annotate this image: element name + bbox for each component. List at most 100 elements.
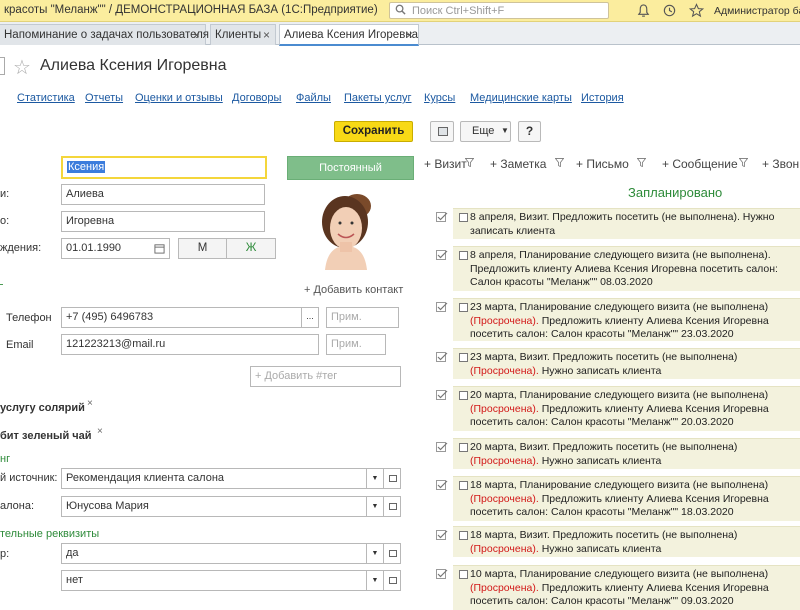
service-item-1: услугу солярий: [0, 402, 85, 414]
remove-service-icon[interactable]: ×: [87, 398, 93, 409]
tab-client-card[interactable]: Алиева Ксения Игоревна ×: [279, 24, 419, 46]
email-field[interactable]: 121223213@mail.ru: [61, 334, 319, 355]
funnel-icon[interactable]: [465, 158, 474, 167]
extra-section-header[interactable]: тельные реквизиты: [0, 528, 99, 540]
check-icon[interactable]: [436, 569, 448, 581]
check-icon[interactable]: [436, 302, 448, 314]
phone-note-field[interactable]: Прим.: [326, 307, 399, 328]
add-visit-button[interactable]: + Визит: [424, 157, 467, 171]
check-icon[interactable]: [436, 442, 448, 454]
event-card[interactable]: 20 марта, Визит. Предложить посетить (не…: [453, 438, 800, 469]
nav-link-ratings[interactable]: Оценки и отзывы: [135, 92, 223, 104]
event-checkbox[interactable]: [459, 303, 468, 312]
gender-male-button[interactable]: М: [178, 238, 227, 259]
event-card[interactable]: 18 марта, Планирование следующего визита…: [453, 476, 800, 521]
remove-service-icon[interactable]: ×: [97, 426, 103, 437]
extra2-open-button[interactable]: [383, 570, 401, 591]
bell-icon[interactable]: [636, 3, 651, 18]
extra2-dropdown-button[interactable]: ▼: [366, 570, 384, 591]
add-letter-button[interactable]: + Письмо: [576, 157, 629, 171]
global-search-input[interactable]: Поиск Ctrl+Shift+F: [389, 2, 609, 19]
last-name-field[interactable]: Алиева: [61, 184, 265, 205]
close-tab-icon[interactable]: ×: [406, 28, 413, 42]
email-note-field[interactable]: Прим.: [326, 334, 386, 355]
salon-field[interactable]: Юнусова Мария: [61, 496, 367, 517]
event-text: 8 апреля, Визит. Предложить посетить (не…: [470, 211, 800, 238]
nav-link-statistics[interactable]: Статистика: [17, 92, 75, 104]
view-toggle-button[interactable]: [430, 121, 454, 142]
nav-link-contracts[interactable]: Договоры: [232, 92, 281, 104]
birth-date-field[interactable]: 01.01.1990: [61, 238, 170, 259]
add-tag-field[interactable]: + Добавить #тег: [250, 366, 401, 387]
nav-back-stub[interactable]: [0, 57, 5, 75]
event-text-part: Нужно записать клиента: [538, 454, 662, 467]
event-checkbox[interactable]: [459, 531, 468, 540]
form-nav-links: Статистика Отчеты Оценки и отзывы Догово…: [0, 92, 800, 106]
salon-dropdown-button[interactable]: ▼: [366, 496, 384, 517]
first-name-field[interactable]: Ксения: [61, 156, 267, 179]
event-card[interactable]: 8 апреля, Визит. Предложить посетить (не…: [453, 208, 800, 239]
funnel-icon[interactable]: [555, 158, 564, 167]
event-card[interactable]: 23 марта, Планирование следующего визита…: [453, 298, 800, 341]
more-button[interactable]: Еще ▼: [460, 121, 511, 142]
save-button[interactable]: Сохранить: [334, 121, 413, 142]
check-icon[interactable]: [436, 480, 448, 492]
nav-link-files[interactable]: Файлы: [296, 92, 331, 104]
middle-name-field[interactable]: Игоревна: [61, 211, 265, 232]
nav-link-history[interactable]: История: [581, 92, 624, 104]
event-card[interactable]: 23 марта, Визит. Предложить посетить (не…: [453, 348, 800, 379]
event-card[interactable]: 20 марта, Планирование следующего визита…: [453, 386, 800, 431]
nav-link-packages[interactable]: Пакеты услуг: [344, 92, 412, 104]
check-icon[interactable]: [436, 530, 448, 542]
check-icon[interactable]: [436, 250, 448, 262]
nav-link-courses[interactable]: Курсы: [424, 92, 455, 104]
event-text-part: 18 марта, Планирование следующего визита…: [470, 479, 769, 491]
gender-female-button[interactable]: Ж: [226, 238, 276, 259]
extra2-field[interactable]: нет: [61, 570, 367, 591]
check-icon[interactable]: [436, 390, 448, 402]
source-open-button[interactable]: [383, 468, 401, 489]
event-text-part: Нужно записать клиента: [538, 364, 662, 377]
event-card[interactable]: 18 марта, Визит. Предложить посетить (не…: [453, 526, 800, 557]
phone-more-button[interactable]: ...: [301, 307, 319, 328]
calendar-icon[interactable]: [154, 243, 165, 254]
event-checkbox[interactable]: [459, 391, 468, 400]
event-checkbox[interactable]: [459, 481, 468, 490]
event-card[interactable]: 8 апреля, Планирование следующего визита…: [453, 246, 800, 291]
event-checkbox[interactable]: [459, 443, 468, 452]
source-field[interactable]: Рекомендация клиента салона: [61, 468, 367, 489]
close-tab-icon[interactable]: ×: [193, 28, 200, 42]
favorite-star-icon[interactable]: ☆: [13, 55, 31, 80]
tab-reminders[interactable]: Напоминание о задачах пользователя ×: [0, 24, 209, 45]
current-user[interactable]: Администратор базы: [714, 5, 800, 17]
nav-link-reports[interactable]: Отчеты: [85, 92, 123, 104]
extra1-field[interactable]: да: [61, 543, 367, 564]
phone-field[interactable]: +7 (495) 6496783: [61, 307, 302, 328]
nav-link-medical-cards[interactable]: Медицинские карты: [470, 92, 572, 104]
event-checkbox[interactable]: [459, 213, 468, 222]
add-note-button[interactable]: + Заметка: [490, 157, 546, 171]
event-card[interactable]: 10 марта, Планирование следующего визита…: [453, 565, 800, 610]
page-title: Алиева Ксения Игоревна: [40, 57, 227, 74]
check-icon[interactable]: [436, 352, 448, 364]
funnel-icon[interactable]: [739, 158, 748, 167]
event-checkbox[interactable]: [459, 353, 468, 362]
event-checkbox[interactable]: [459, 251, 468, 260]
add-call-button[interactable]: + Звон: [762, 157, 799, 171]
favorites-star-icon[interactable]: [689, 3, 704, 18]
add-contact-link[interactable]: + Добавить контакт: [304, 284, 403, 296]
add-message-button[interactable]: + Сообщение: [662, 157, 738, 171]
marketing-section-header[interactable]: нг: [0, 453, 10, 465]
tab-clients[interactable]: Клиенты ×: [210, 24, 276, 45]
event-checkbox[interactable]: [459, 570, 468, 579]
history-icon[interactable]: [662, 3, 677, 18]
extra1-open-button[interactable]: [383, 543, 401, 564]
source-dropdown-button[interactable]: ▼: [366, 468, 384, 489]
status-badge[interactable]: Постоянный: [287, 156, 414, 180]
close-tab-icon[interactable]: ×: [263, 28, 270, 42]
help-button[interactable]: ?: [518, 121, 541, 142]
check-icon[interactable]: [436, 212, 448, 224]
salon-open-button[interactable]: [383, 496, 401, 517]
extra1-dropdown-button[interactable]: ▼: [366, 543, 384, 564]
funnel-icon[interactable]: [637, 158, 646, 167]
